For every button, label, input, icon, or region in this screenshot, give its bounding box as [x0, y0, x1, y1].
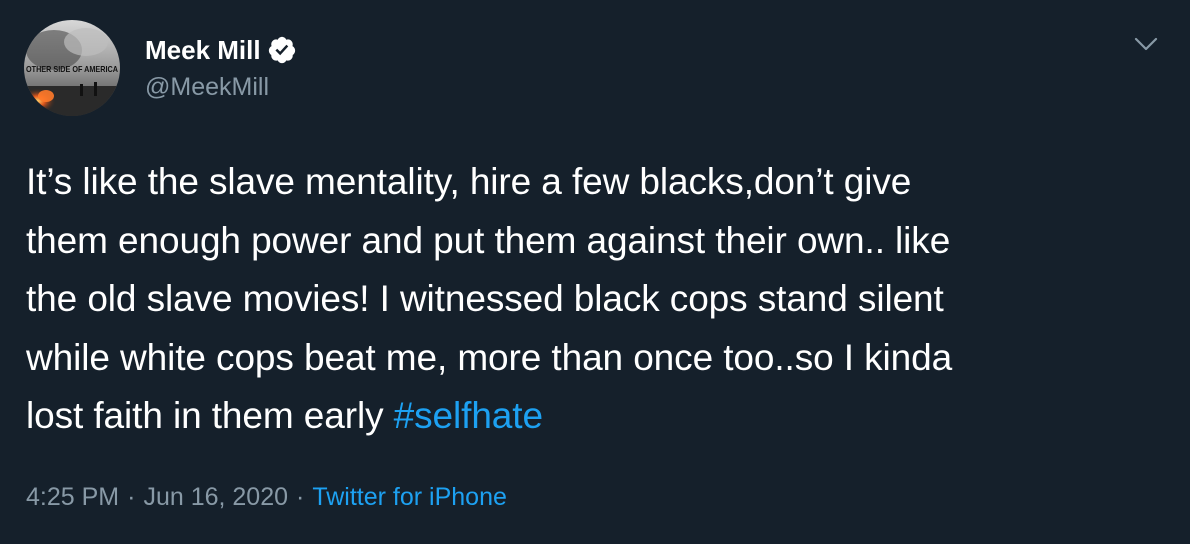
tweet-metadata: 4:25 PM · Jun 16, 2020 · Twitter for iPhone [26, 480, 507, 514]
tweet-line: the old slave movies! I witnessed black … [26, 278, 944, 319]
tweet-line-text: lost faith in them early [26, 395, 394, 436]
tweet-body: It’s like the slave mentality, hire a fe… [26, 153, 1166, 446]
tweet-line-last: lost faith in them early #selfhate [26, 387, 1166, 446]
tweet-line: while white cops beat me, more than once… [26, 336, 953, 378]
author-display-name[interactable]: Meek Mill [145, 33, 261, 67]
tweet-line: them enough power and put them against t… [26, 219, 951, 261]
tweet-card: OTHER SIDE OF AMERICA Meek Mill @MeekMil… [0, 0, 1190, 544]
tweet-time[interactable]: 4:25 PM [26, 483, 119, 511]
separator-dot: · [127, 483, 136, 511]
avatar[interactable]: OTHER SIDE OF AMERICA [24, 20, 120, 116]
separator-dot: · [296, 483, 305, 511]
hashtag-link[interactable]: #selfhate [394, 395, 543, 436]
avatar-caption: OTHER SIDE OF AMERICA [26, 64, 118, 74]
verified-badge-icon [267, 35, 297, 65]
author-name-row: Meek Mill [145, 33, 297, 67]
author-handle[interactable]: @MeekMill [145, 71, 269, 103]
tweet-line: It’s like the slave mentality, hire a fe… [26, 161, 912, 202]
chevron-down-icon[interactable] [1130, 30, 1162, 58]
tweet-date[interactable]: Jun 16, 2020 [143, 483, 288, 511]
tweet-source-link[interactable]: Twitter for iPhone [312, 483, 507, 511]
